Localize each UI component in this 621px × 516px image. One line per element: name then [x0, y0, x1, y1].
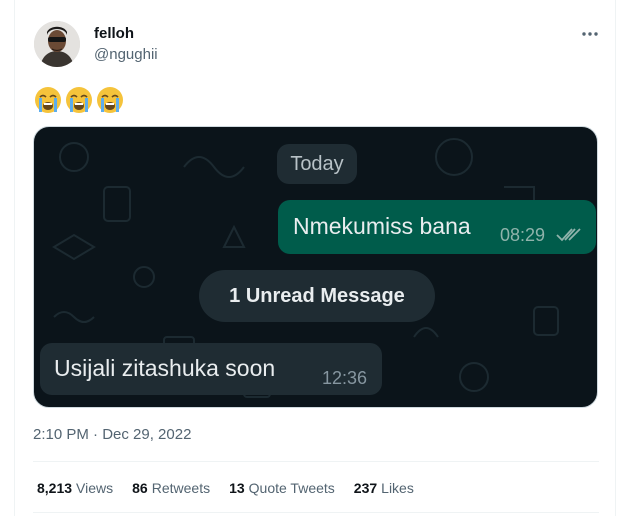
outgoing-message-bubble: Nmekumiss bana 08:29 — [278, 200, 596, 254]
outgoing-message-text: Nmekumiss bana — [293, 213, 471, 239]
stat-quote-tweets[interactable]: 13 Quote Tweets — [229, 480, 335, 496]
author-handle[interactable]: @ngughii — [94, 46, 158, 63]
stat-value: 13 — [229, 480, 245, 496]
divider — [33, 461, 599, 462]
loudly-crying-face-icon — [66, 87, 92, 113]
more-horizontal-icon[interactable] — [578, 22, 602, 46]
stat-label: Likes — [381, 480, 414, 496]
avatar[interactable] — [34, 21, 80, 67]
unread-messages-banner: 1 Unread Message — [199, 270, 435, 322]
stat-label: Views — [76, 480, 114, 496]
stat-value: 86 — [132, 480, 148, 496]
author-display-name[interactable]: felloh — [94, 25, 134, 42]
incoming-message-time: 12:36 — [322, 368, 368, 388]
incoming-message-bubble: Usijali zitashuka soon 12:36 — [40, 343, 382, 395]
tweet-timestamp[interactable]: 2:10 PM · Dec 29, 2022 — [33, 426, 191, 443]
double-check-icon — [556, 228, 581, 242]
loudly-crying-face-icon — [35, 87, 61, 113]
stat-value: 237 — [353, 480, 378, 496]
stat-likes[interactable]: 237 Likes — [354, 480, 414, 496]
divider — [33, 512, 599, 513]
stat-views[interactable]: 8,213 Views — [37, 480, 113, 496]
outgoing-message-time: 08:29 — [500, 225, 546, 245]
chat-screenshot-image[interactable]: Today Nmekumiss bana 08:29 1 Unread Mess… — [33, 126, 598, 408]
chat-date-label: Today — [277, 144, 357, 184]
stat-value: 8,213 — [37, 480, 73, 496]
tweet-stats: 8,213 Views 86 Retweets 13 Quote Tweets … — [37, 480, 414, 496]
loudly-crying-face-icon — [97, 87, 123, 113]
tweet-text — [33, 85, 125, 115]
stat-retweets[interactable]: 86 Retweets — [132, 480, 210, 496]
stat-label: Retweets — [151, 480, 211, 496]
incoming-message-text: Usijali zitashuka soon — [54, 355, 276, 381]
stat-label: Quote Tweets — [248, 480, 335, 496]
